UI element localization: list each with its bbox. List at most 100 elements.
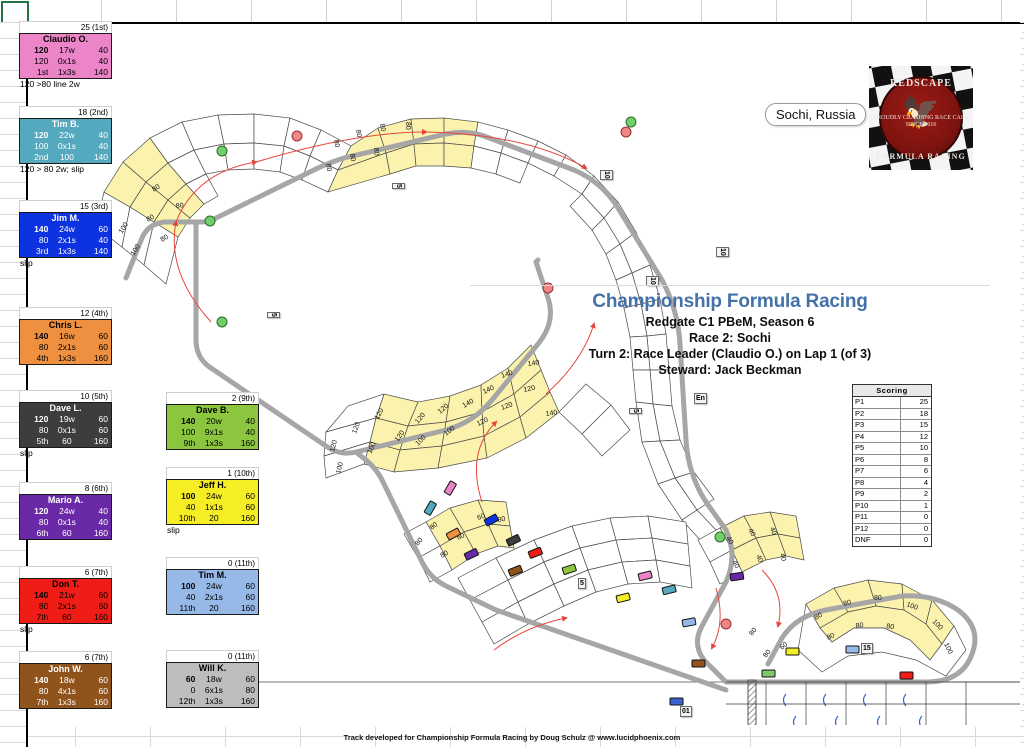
driver-stat-value: 100	[34, 141, 49, 151]
driver-card-body[interactable]: Dave B. 140 20w 40 100 9x1s 40 9th 1x3s 160	[166, 404, 259, 450]
sheet-column-header[interactable]	[1001, 0, 1024, 22]
driver-stat-value: 2nd	[34, 152, 49, 162]
driver-card[interactable]: 6 (7th) Don T. 140 21w 60 80 2x1s 60 7th 60 160 sli…	[19, 566, 112, 635]
sheet-column-header[interactable]	[776, 0, 852, 22]
driver-stat-value: 24w	[59, 224, 75, 234]
driver-stat-value: 60	[98, 331, 108, 341]
driver-card[interactable]: 1 (10th) Jeff H. 100 24w 60 40 1x1s 60 10th 20 160…	[166, 467, 259, 536]
driver-stat-value: 60	[245, 581, 255, 591]
scoring-row: P5 10	[853, 443, 931, 455]
sheet-column-header[interactable]	[476, 0, 552, 22]
driver-stat-value: 24w	[59, 506, 75, 516]
sheet-column-header[interactable]	[101, 0, 177, 22]
distance-marker-5b: 5	[267, 312, 280, 318]
driver-points-position: 1 (10th)	[166, 467, 259, 479]
scoring-row: P12 0	[853, 523, 931, 535]
driver-card-body[interactable]: Dave L. 120 19w 60 80 0x1s 60 5th 60 160	[19, 402, 112, 448]
driver-card-body[interactable]: Will K. 60 18w 60 0 6x1s 80 12th 1x3s 160	[166, 662, 259, 708]
driver-name: Tim M.	[198, 570, 227, 580]
sheet-column-header[interactable]	[26, 0, 102, 22]
driver-card[interactable]: 8 (6th) Mario A. 120 24w 40 80 0x1s 40 6th 60 160	[19, 482, 112, 540]
driver-points-position: 6 (7th)	[19, 651, 112, 663]
driver-stat-value: 60	[98, 414, 108, 424]
driver-card[interactable]: 2 (9th) Dave B. 140 20w 40 100 9x1s 40 9th 1x3s 16…	[166, 392, 259, 450]
driver-stat-row: 120 24w 40	[20, 506, 111, 517]
driver-card[interactable]: 15 (3rd) Jim M. 140 24w 60 80 2x1s 40 3rd 1x3s 140…	[19, 200, 112, 269]
driver-stat-value: 60	[98, 601, 108, 611]
driver-card[interactable]: 0 (11th) Will K. 60 18w 60 0 6x1s 80 12th 1x3s 160	[166, 650, 259, 708]
driver-stat-value: 60	[245, 674, 255, 684]
driver-stat-value: 80	[38, 686, 49, 696]
driver-points-position: 8 (6th)	[19, 482, 112, 494]
driver-stat-value: 40	[98, 130, 108, 140]
driver-stat-row: 2nd 100 140	[20, 152, 111, 163]
driver-stat-row: 100 9x1s 40	[167, 427, 258, 438]
distance-marker-10b: 10	[716, 247, 729, 257]
driver-stat-value: 24w	[206, 491, 222, 501]
driver-name: Don T.	[52, 579, 79, 589]
spreadsheet-right-edge	[1020, 22, 1024, 747]
driver-stat-value: 5th	[36, 436, 49, 446]
driver-name: Dave B.	[195, 405, 230, 415]
driver-card[interactable]: 25 (1st) Claudio O. 120 17w 40 120 0x1s 40 1st 1x…	[19, 21, 112, 90]
driver-stat-row: 60 18w 60	[167, 674, 258, 685]
driver-stat-value: 20	[209, 513, 219, 523]
driver-card[interactable]: 0 (11th) Tim M. 100 24w 60 40 2x1s 60 11th 20 160	[166, 557, 259, 615]
series-subtitle: Redgate C1 PBeM, Season 6	[645, 315, 815, 329]
driver-card-body[interactable]: Mario A. 120 24w 40 80 0x1s 40 6th 60 160	[19, 494, 112, 540]
driver-stat-value: 160	[240, 696, 255, 706]
sheet-column-header[interactable]	[926, 0, 1002, 22]
driver-stat-value: 18w	[206, 674, 222, 684]
driver-stat-value: 1x3s	[57, 246, 76, 256]
sheet-column-header[interactable]	[701, 0, 777, 22]
driver-stat-value: 80	[38, 601, 49, 611]
driver-stat-value: 60	[98, 425, 108, 435]
driver-stat-row: 80 2x1s 60	[20, 342, 111, 353]
driver-card-body[interactable]: Jeff H. 100 24w 60 40 1x1s 60 10th 20 160	[166, 479, 259, 525]
driver-stat-value: 60	[245, 502, 255, 512]
scoring-row: P8 4	[853, 477, 931, 489]
driver-card-body[interactable]: Tim B. 120 22w 40 100 0x1s 40 2nd 100 140	[19, 118, 112, 164]
driver-stat-row: 9th 1x3s 160	[167, 438, 258, 449]
sheet-column-header[interactable]	[626, 0, 702, 22]
sheet-column-header[interactable]	[851, 0, 927, 22]
scoring-points: 15	[919, 420, 928, 429]
driver-stat-value: 140	[34, 224, 49, 234]
svg-text:80: 80	[372, 148, 380, 156]
logo-top-text: REDSCAPE	[890, 78, 952, 89]
sheet-column-header[interactable]	[551, 0, 627, 22]
driver-stat-value: 0x1s	[57, 56, 76, 66]
driver-card[interactable]: 6 (7th) John W. 140 18w 60 80 4x1s 60 7th 1x3s 160	[19, 651, 112, 709]
driver-card-body[interactable]: Don T. 140 21w 60 80 2x1s 60 7th 60 160	[19, 578, 112, 624]
distance-marker-15: 15	[861, 643, 873, 654]
driver-card[interactable]: 12 (4th) Chris L. 140 16w 60 80 2x1s 60 4th 1x3s 1…	[19, 307, 112, 365]
scoring-position: P3	[853, 420, 901, 431]
spreadsheet-column-headers[interactable]	[0, 0, 1024, 24]
distance-marker-10a: 10	[600, 170, 613, 180]
driver-card-body[interactable]: Tim M. 100 24w 60 40 2x1s 60 11th 20 160	[166, 569, 259, 615]
driver-stat-value: 60	[98, 342, 108, 352]
driver-card-body[interactable]: Jim M. 140 24w 60 80 2x1s 40 3rd 1x3s 140	[19, 212, 112, 258]
driver-name: John W.	[48, 664, 83, 674]
driver-card[interactable]: 18 (2nd) Tim B. 120 22w 40 100 0x1s 40 2nd 100 140…	[19, 106, 112, 175]
driver-card-body[interactable]: Claudio O. 120 17w 40 120 0x1s 40 1st 1x3s 140	[19, 33, 112, 79]
driver-stat-value: 2x1s	[57, 342, 76, 352]
driver-stat-value: 4th	[36, 353, 49, 363]
scoring-row: P9 2	[853, 489, 931, 501]
driver-card-body[interactable]: John W. 140 18w 60 80 4x1s 60 7th 1x3s 160	[19, 663, 112, 709]
sheet-column-header[interactable]	[176, 0, 252, 22]
driver-stat-row: 40 2x1s 60	[167, 592, 258, 603]
sheet-column-header[interactable]	[326, 0, 402, 22]
svg-text:80: 80	[874, 595, 882, 602]
scoring-row: P6 8	[853, 454, 931, 466]
sheet-column-header[interactable]	[401, 0, 477, 22]
scoring-table: Scoring P1 25 P2 18 P3 15 P4 12 P5 10 P6 8 P7 6 P8 4 P9 2…	[852, 384, 932, 547]
driver-stat-value: 160	[93, 612, 108, 622]
driver-card[interactable]: 10 (5th) Dave L. 120 19w 60 80 0x1s 60 5th 60 160 s…	[19, 390, 112, 459]
driver-stat-value: 1x3s	[204, 696, 223, 706]
driver-stat-value: 100	[181, 491, 196, 501]
driver-card-body[interactable]: Chris L. 140 16w 60 80 2x1s 60 4th 1x3s 160	[19, 319, 112, 365]
turn-status: Turn 2: Race Leader (Claudio O.) on Lap …	[588, 347, 872, 361]
sheet-column-header[interactable]	[251, 0, 327, 22]
svg-text:140: 140	[545, 409, 558, 418]
